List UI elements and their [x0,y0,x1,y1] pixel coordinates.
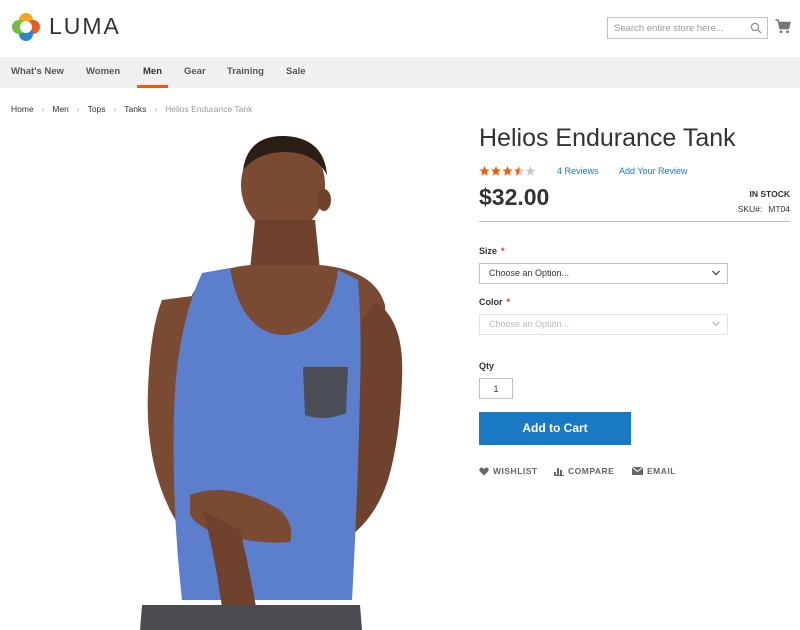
luma-logo-icon[interactable] [11,12,41,42]
reviews-link[interactable]: 4 Reviews [557,166,599,176]
stock-status: IN STOCK [749,189,790,199]
color-select-value: Choose an Option... [489,319,570,329]
size-select-value: Choose an Option... [489,268,570,278]
main-nav: What's New Women Men Gear Training Sale [0,57,800,88]
breadcrumb-tanks[interactable]: Tanks [124,104,146,114]
required-marker: * [506,297,511,307]
search-icon[interactable] [750,22,762,34]
star-icon [491,166,501,176]
wishlist-link[interactable]: WISHLIST [479,465,538,477]
breadcrumb-home[interactable]: Home [11,104,34,114]
size-label: Size * [479,246,505,256]
nav-item-sale[interactable]: Sale [286,57,306,88]
sku-value: MT04 [768,204,790,214]
breadcrumb-men[interactable]: Men [52,104,69,114]
qty-input[interactable] [479,378,513,399]
star-icon [502,166,513,176]
nav-item-gear[interactable]: Gear [184,57,206,88]
color-select[interactable]: Choose an Option... [479,314,728,335]
chevron-down-icon [712,321,720,327]
product-image[interactable] [130,130,420,630]
qty-label: Qty [479,361,495,371]
breadcrumb: Home › Men › Tops › Tanks › Helios Endurance Tan… [11,104,252,114]
nav-item-training[interactable]: Training [227,57,264,88]
email-label: EMAIL [647,466,676,476]
sku-label: SKU#: [737,204,763,214]
cart-icon[interactable] [775,19,791,34]
nav-item-whats-new[interactable]: What's New [11,57,64,88]
search-input[interactable] [608,18,746,39]
compare-label: COMPARE [568,466,615,476]
chevron-down-icon [712,270,720,276]
add-review-link[interactable]: Add Your Review [619,166,688,176]
heart-icon [479,467,489,475]
rating-stars [479,166,536,176]
breadcrumb-separator-icon: › [154,105,158,114]
wishlist-label: WISHLIST [493,466,538,476]
product-sku: SKU#: MT04 [738,204,790,214]
star-icon [525,166,536,176]
add-to-cart-button[interactable]: Add to Cart [479,412,631,445]
divider [479,221,790,222]
size-label-text: Size [479,246,498,256]
brand-name[interactable]: LUMA [49,13,121,40]
breadcrumb-tops[interactable]: Tops [88,104,106,114]
color-label-text: Color [479,297,503,307]
compare-link[interactable]: COMPARE [554,465,614,477]
product-title: Helios Endurance Tank [479,124,736,152]
bar-chart-icon [554,467,564,476]
nav-item-men[interactable]: Men [137,57,168,88]
size-select[interactable]: Choose an Option... [479,263,728,284]
star-icon [479,166,490,176]
breadcrumb-current: Helios Endurance Tank [165,104,253,114]
envelope-icon [632,467,643,475]
breadcrumb-separator-icon: › [41,105,45,114]
search-box [607,17,768,39]
star-icon [514,166,524,176]
email-link[interactable]: EMAIL [632,465,676,477]
required-marker: * [501,246,505,256]
site-header: LUMA [0,0,800,57]
color-label: Color * [479,297,510,307]
breadcrumb-separator-icon: › [76,105,80,114]
breadcrumb-separator-icon: › [113,105,117,114]
product-price: $32.00 [479,184,550,210]
nav-item-women[interactable]: Women [86,57,120,88]
